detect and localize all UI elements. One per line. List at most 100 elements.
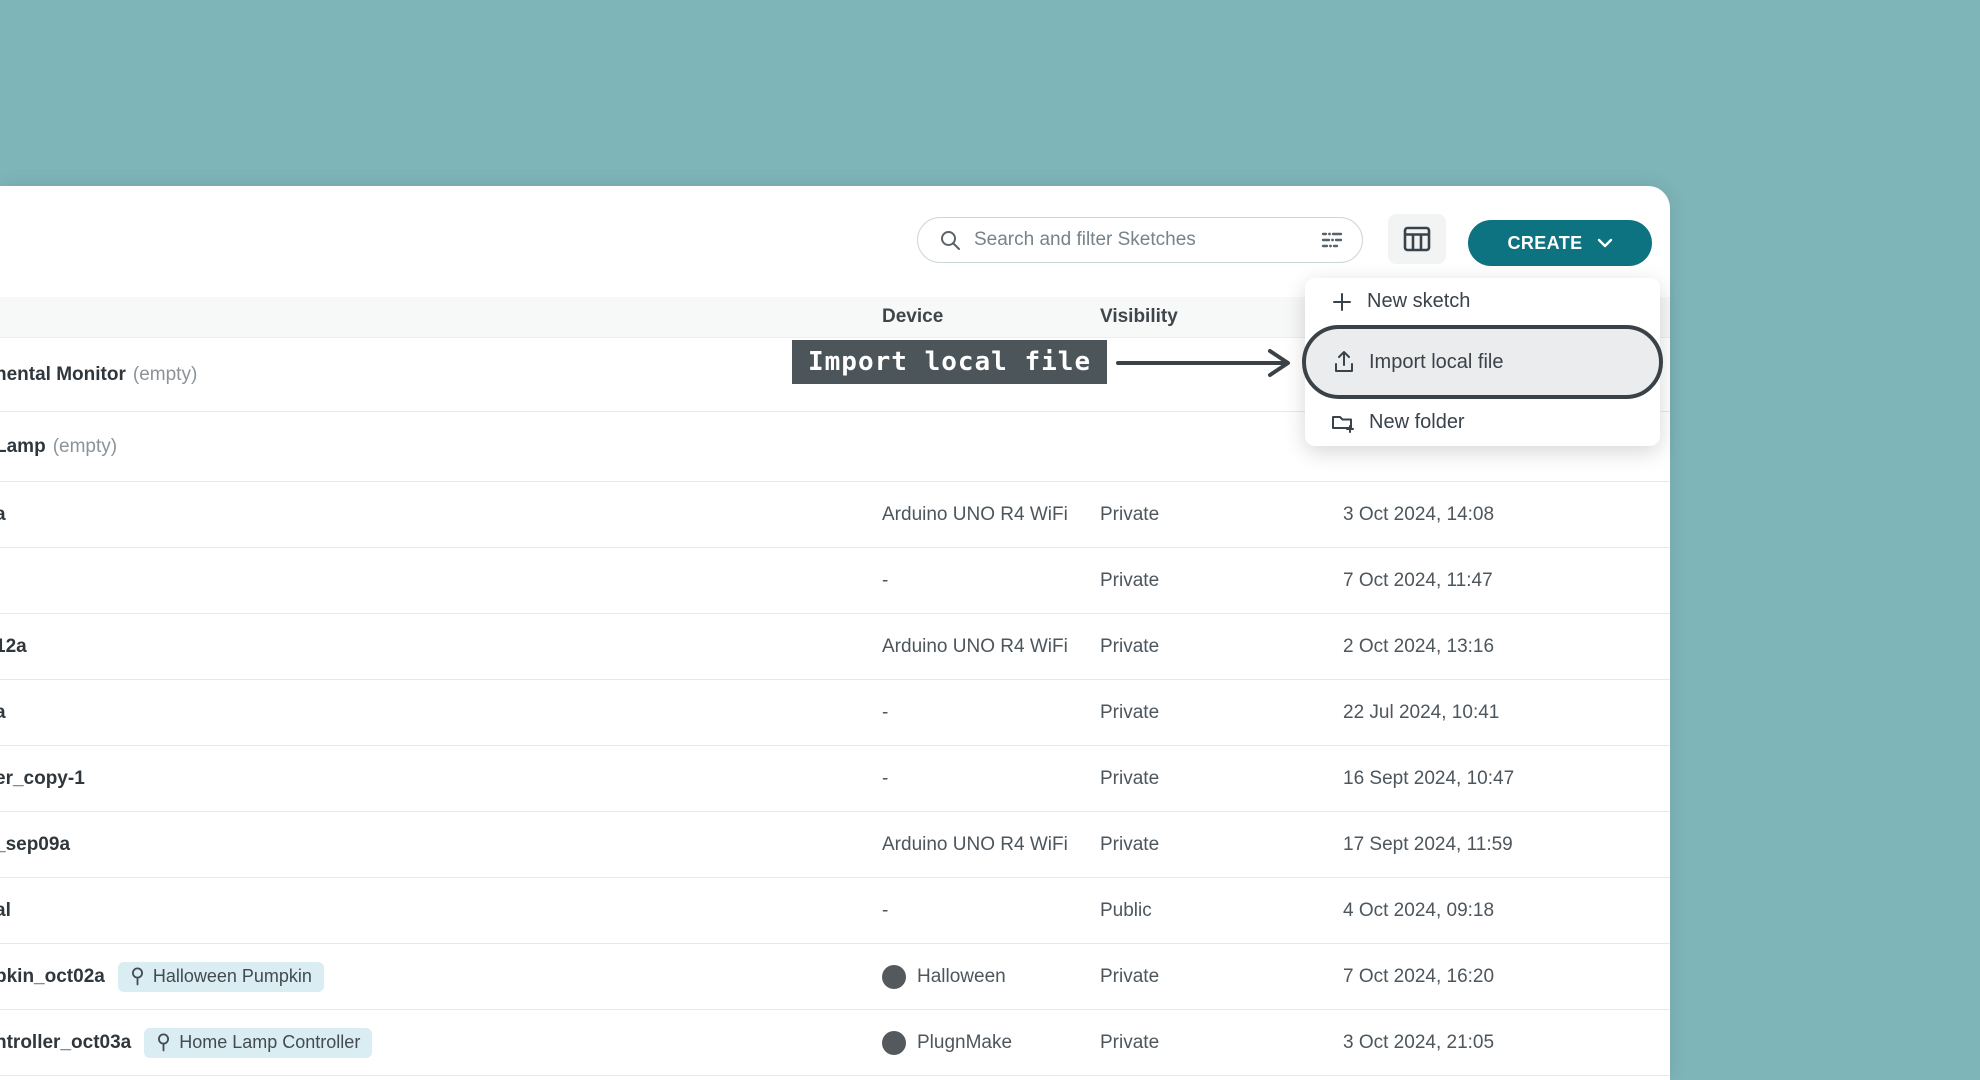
device-avatar (882, 1031, 906, 1055)
visibility-label: Private (1100, 834, 1159, 855)
visibility-label: Private (1100, 636, 1159, 657)
table-row[interactable]: er_copy-1 - Private 16 Sept 2024, 10:47 (0, 746, 1670, 812)
create-button[interactable]: CREATE (1468, 220, 1652, 266)
sketch-table-body: nental Monitor (empty) Lamp (empty) (0, 338, 1670, 1076)
sketch-name: pkin_oct02a (0, 966, 105, 988)
tag-label: Home Lamp Controller (179, 1032, 360, 1053)
modified-cell: 17 Sept 2024, 11:59 (1343, 834, 1670, 856)
device-label: Arduino UNO R4 WiFi (882, 504, 1068, 526)
table-row[interactable]: al - Public 4 Oct 2024, 09:18 (0, 878, 1670, 944)
device-cell: - (882, 570, 1100, 592)
sketch-name: al (0, 900, 11, 922)
filter-icon[interactable] (1318, 228, 1346, 252)
tag-badge: Home Lamp Controller (144, 1028, 372, 1058)
sketch-name-suffix: (empty) (133, 364, 197, 386)
header-device: Device (882, 306, 1100, 328)
modified-cell: 2 Oct 2024, 13:16 (1343, 636, 1670, 658)
sketch-name: a (0, 702, 6, 724)
folder-plus-icon (1331, 412, 1355, 434)
sketch-name: er_copy-1 (0, 768, 85, 790)
chevron-down-icon (1597, 238, 1613, 249)
sketch-name-cell: Lamp (empty) (0, 436, 882, 458)
create-menu: New sketch Import local file New folder (1305, 278, 1660, 446)
device-cell: PlugnMake (882, 1031, 1100, 1055)
visibility-cell: Private (1100, 1032, 1343, 1054)
visibility-label: Private (1100, 966, 1159, 987)
menu-item-label: New folder (1369, 411, 1465, 434)
tag-badge: Halloween Pumpkin (118, 962, 324, 992)
table-view-button[interactable] (1388, 214, 1446, 264)
search-bar (917, 217, 1363, 263)
visibility-cell: Private (1100, 570, 1343, 592)
tag-pin-icon (156, 1033, 171, 1052)
device-label: - (882, 768, 888, 790)
modified-cell: 16 Sept 2024, 10:47 (1343, 768, 1670, 790)
visibility-label: Private (1100, 570, 1159, 591)
sketch-name: a (0, 504, 6, 526)
table-row[interactable]: a Arduino UNO R4 WiFi Private 3 Oct 2024… (0, 482, 1670, 548)
search-icon (938, 228, 962, 252)
device-cell: - (882, 900, 1100, 922)
menu-item-label: Import local file (1369, 351, 1504, 374)
modified-cell: 7 Oct 2024, 16:20 (1343, 966, 1670, 988)
search-input[interactable] (974, 229, 1318, 251)
modified-label: 3 Oct 2024, 21:05 (1343, 1032, 1494, 1053)
table-row[interactable]: pkin_oct02a Halloween Pumpkin Halloween … (0, 944, 1670, 1010)
modified-label: 7 Oct 2024, 16:20 (1343, 966, 1494, 987)
table-row[interactable]: - Private 7 Oct 2024, 11:47 (0, 548, 1670, 614)
create-button-label: CREATE (1507, 233, 1582, 254)
modified-cell: 4 Oct 2024, 09:18 (1343, 900, 1670, 922)
visibility-cell: Private (1100, 834, 1343, 856)
sketch-name-cell: _sep09a (0, 834, 882, 856)
sketch-name-cell: 12a (0, 636, 882, 658)
visibility-label: Private (1100, 768, 1159, 789)
visibility-cell: Private (1100, 966, 1343, 988)
device-cell: Arduino UNO R4 WiFi (882, 504, 1100, 526)
modified-label: 22 Jul 2024, 10:41 (1343, 702, 1499, 723)
sketch-name-suffix: (empty) (53, 436, 117, 458)
visibility-cell: Private (1100, 636, 1343, 658)
device-label: Halloween (917, 966, 1006, 988)
device-label: PlugnMake (917, 1032, 1012, 1054)
annotation-tooltip: Import local file (792, 340, 1107, 384)
menu-item-new-folder[interactable]: New folder (1305, 399, 1660, 446)
table-row[interactable]: 12a Arduino UNO R4 WiFi Private 2 Oct 20… (0, 614, 1670, 680)
sketch-name-cell: a (0, 702, 882, 724)
sketch-name-cell: pkin_oct02a Halloween Pumpkin (0, 962, 882, 992)
modified-label: 16 Sept 2024, 10:47 (1343, 768, 1514, 789)
menu-item-import-local-file[interactable]: Import local file (1306, 329, 1659, 395)
table-row[interactable]: _sep09a Arduino UNO R4 WiFi Private 17 S… (0, 812, 1670, 878)
plus-icon (1331, 291, 1353, 313)
visibility-label: Private (1100, 504, 1159, 525)
annotation-highlight-ring: Import local file (1302, 325, 1663, 399)
device-label: Arduino UNO R4 WiFi (882, 636, 1068, 658)
sketch-name: 12a (0, 636, 27, 658)
modified-cell: 22 Jul 2024, 10:41 (1343, 702, 1670, 724)
table-row[interactable]: a - Private 22 Jul 2024, 10:41 (0, 680, 1670, 746)
menu-item-new-sketch[interactable]: New sketch (1305, 278, 1660, 325)
tag-label: Halloween Pumpkin (153, 966, 312, 987)
device-cell: Arduino UNO R4 WiFi (882, 834, 1100, 856)
modified-cell: 3 Oct 2024, 21:05 (1343, 1032, 1670, 1054)
modified-label: 2 Oct 2024, 13:16 (1343, 636, 1494, 657)
modified-cell: 7 Oct 2024, 11:47 (1343, 570, 1670, 592)
table-view-icon (1402, 225, 1432, 253)
visibility-label: Private (1100, 1032, 1159, 1053)
table-row[interactable]: ntroller_oct03a Home Lamp Controller Plu… (0, 1010, 1670, 1076)
device-cell: Halloween (882, 965, 1100, 989)
menu-item-label: New sketch (1367, 290, 1470, 313)
sketch-name: ntroller_oct03a (0, 1032, 131, 1054)
sketch-name-cell: nental Monitor (empty) (0, 364, 882, 386)
modified-label: 17 Sept 2024, 11:59 (1343, 834, 1513, 855)
sketch-name: _sep09a (0, 834, 70, 856)
tag-pin-icon (130, 967, 145, 986)
device-cell: Arduino UNO R4 WiFi (882, 636, 1100, 658)
device-cell: - (882, 702, 1100, 724)
annotation-tooltip-label: Import local file (808, 347, 1091, 377)
sketch-name: nental Monitor (0, 364, 126, 386)
device-cell: - (882, 768, 1100, 790)
device-avatar (882, 965, 906, 989)
annotation-arrow-icon (1116, 348, 1300, 378)
modified-label: 4 Oct 2024, 09:18 (1343, 900, 1494, 921)
visibility-label: Public (1100, 900, 1152, 921)
